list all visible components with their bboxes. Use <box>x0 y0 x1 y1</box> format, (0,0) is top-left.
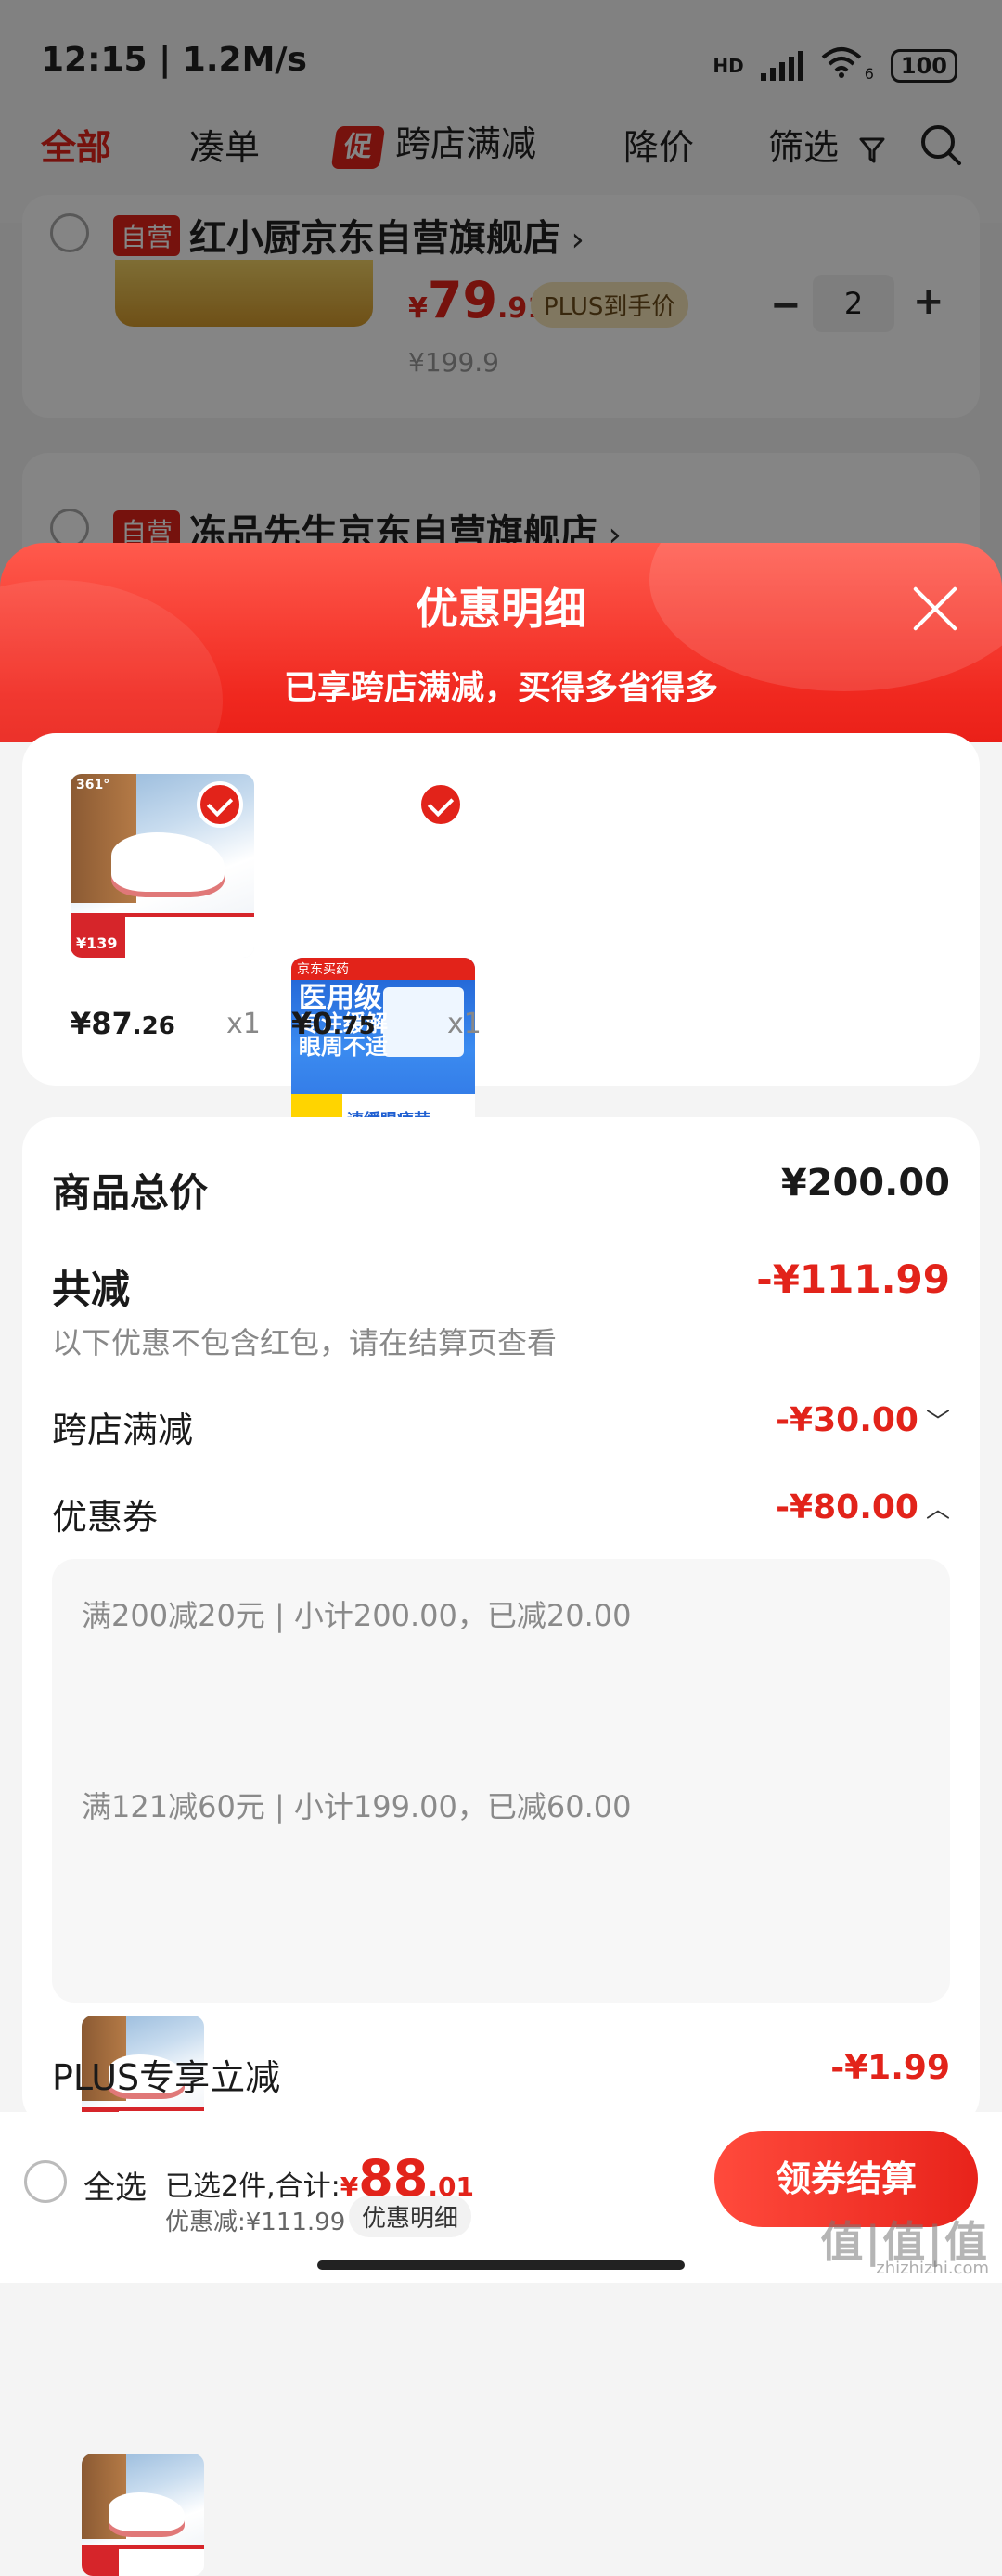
plus-discount-label: PLUS专享立减 <box>52 2057 281 2098</box>
image-price: ¥139 <box>76 934 118 952</box>
sheet-subtitle: 已享跨店满减，买得多省得多 <box>283 669 718 707</box>
cross-store-label: 跨店满减 <box>52 1410 194 1450</box>
discount-summary: 优惠减:¥111.99 <box>165 2209 346 2236</box>
close-icon[interactable] <box>909 583 961 635</box>
coupon-rule: 满200减20元 | 小计200.00，已减20.00 <box>82 1598 632 1633</box>
selected-check-icon <box>197 781 243 828</box>
coupon-label: 优惠券 <box>52 1497 159 1538</box>
reduce-value: -¥111.99 <box>756 1256 950 1302</box>
cross-store-value: -¥30.00 <box>776 1401 918 1439</box>
selected-check-icon <box>418 781 464 828</box>
discount-detail-button[interactable]: 优惠明细 <box>349 2196 472 2237</box>
coupon-toggle[interactable]: -¥80.00 ︿ <box>776 1488 950 1526</box>
plus-discount-value: -¥1.99 <box>830 2049 950 2087</box>
sheet-title: 优惠明细 <box>416 584 586 634</box>
reduce-note: 以下优惠不包含红包，请在结算页查看 <box>52 1325 558 1360</box>
brand-label: 361° <box>76 778 110 792</box>
watermark-url: zhizhizhi.com <box>876 2259 989 2278</box>
coupon-value: -¥80.00 <box>776 1488 918 1526</box>
total-price-label: 商品总价 <box>52 1170 209 1216</box>
total-price-value: ¥200.00 <box>780 1162 950 1204</box>
home-indicator[interactable] <box>317 2260 685 2270</box>
item-qty: x1 <box>226 1008 261 1040</box>
chevron-up-icon: ︿ <box>925 1496 950 1524</box>
item-price: ¥0.75 <box>291 1006 376 1041</box>
product-image-eye-patch[interactable]: 京东买药 医用级 专注缓解 眼周不适 速缓眼疲劳 <box>291 958 475 1141</box>
chevron-down-icon: ﹀ <box>925 1409 950 1436</box>
coupon-product-sneaker <box>82 2454 204 2576</box>
select-all-label[interactable]: 全选 <box>84 2162 147 2208</box>
reduce-label: 共减 <box>52 1267 131 1312</box>
image-top-label: 京东买药 <box>297 962 349 977</box>
cross-store-toggle[interactable]: -¥30.00 ﹀ <box>776 1401 950 1439</box>
item-qty: x1 <box>447 1008 482 1040</box>
select-all-radio[interactable] <box>24 2160 67 2203</box>
coupon-rule: 满121减60元 | 小计199.00，已减60.00 <box>82 1789 632 1824</box>
item-price: ¥87.26 <box>71 1006 175 1041</box>
